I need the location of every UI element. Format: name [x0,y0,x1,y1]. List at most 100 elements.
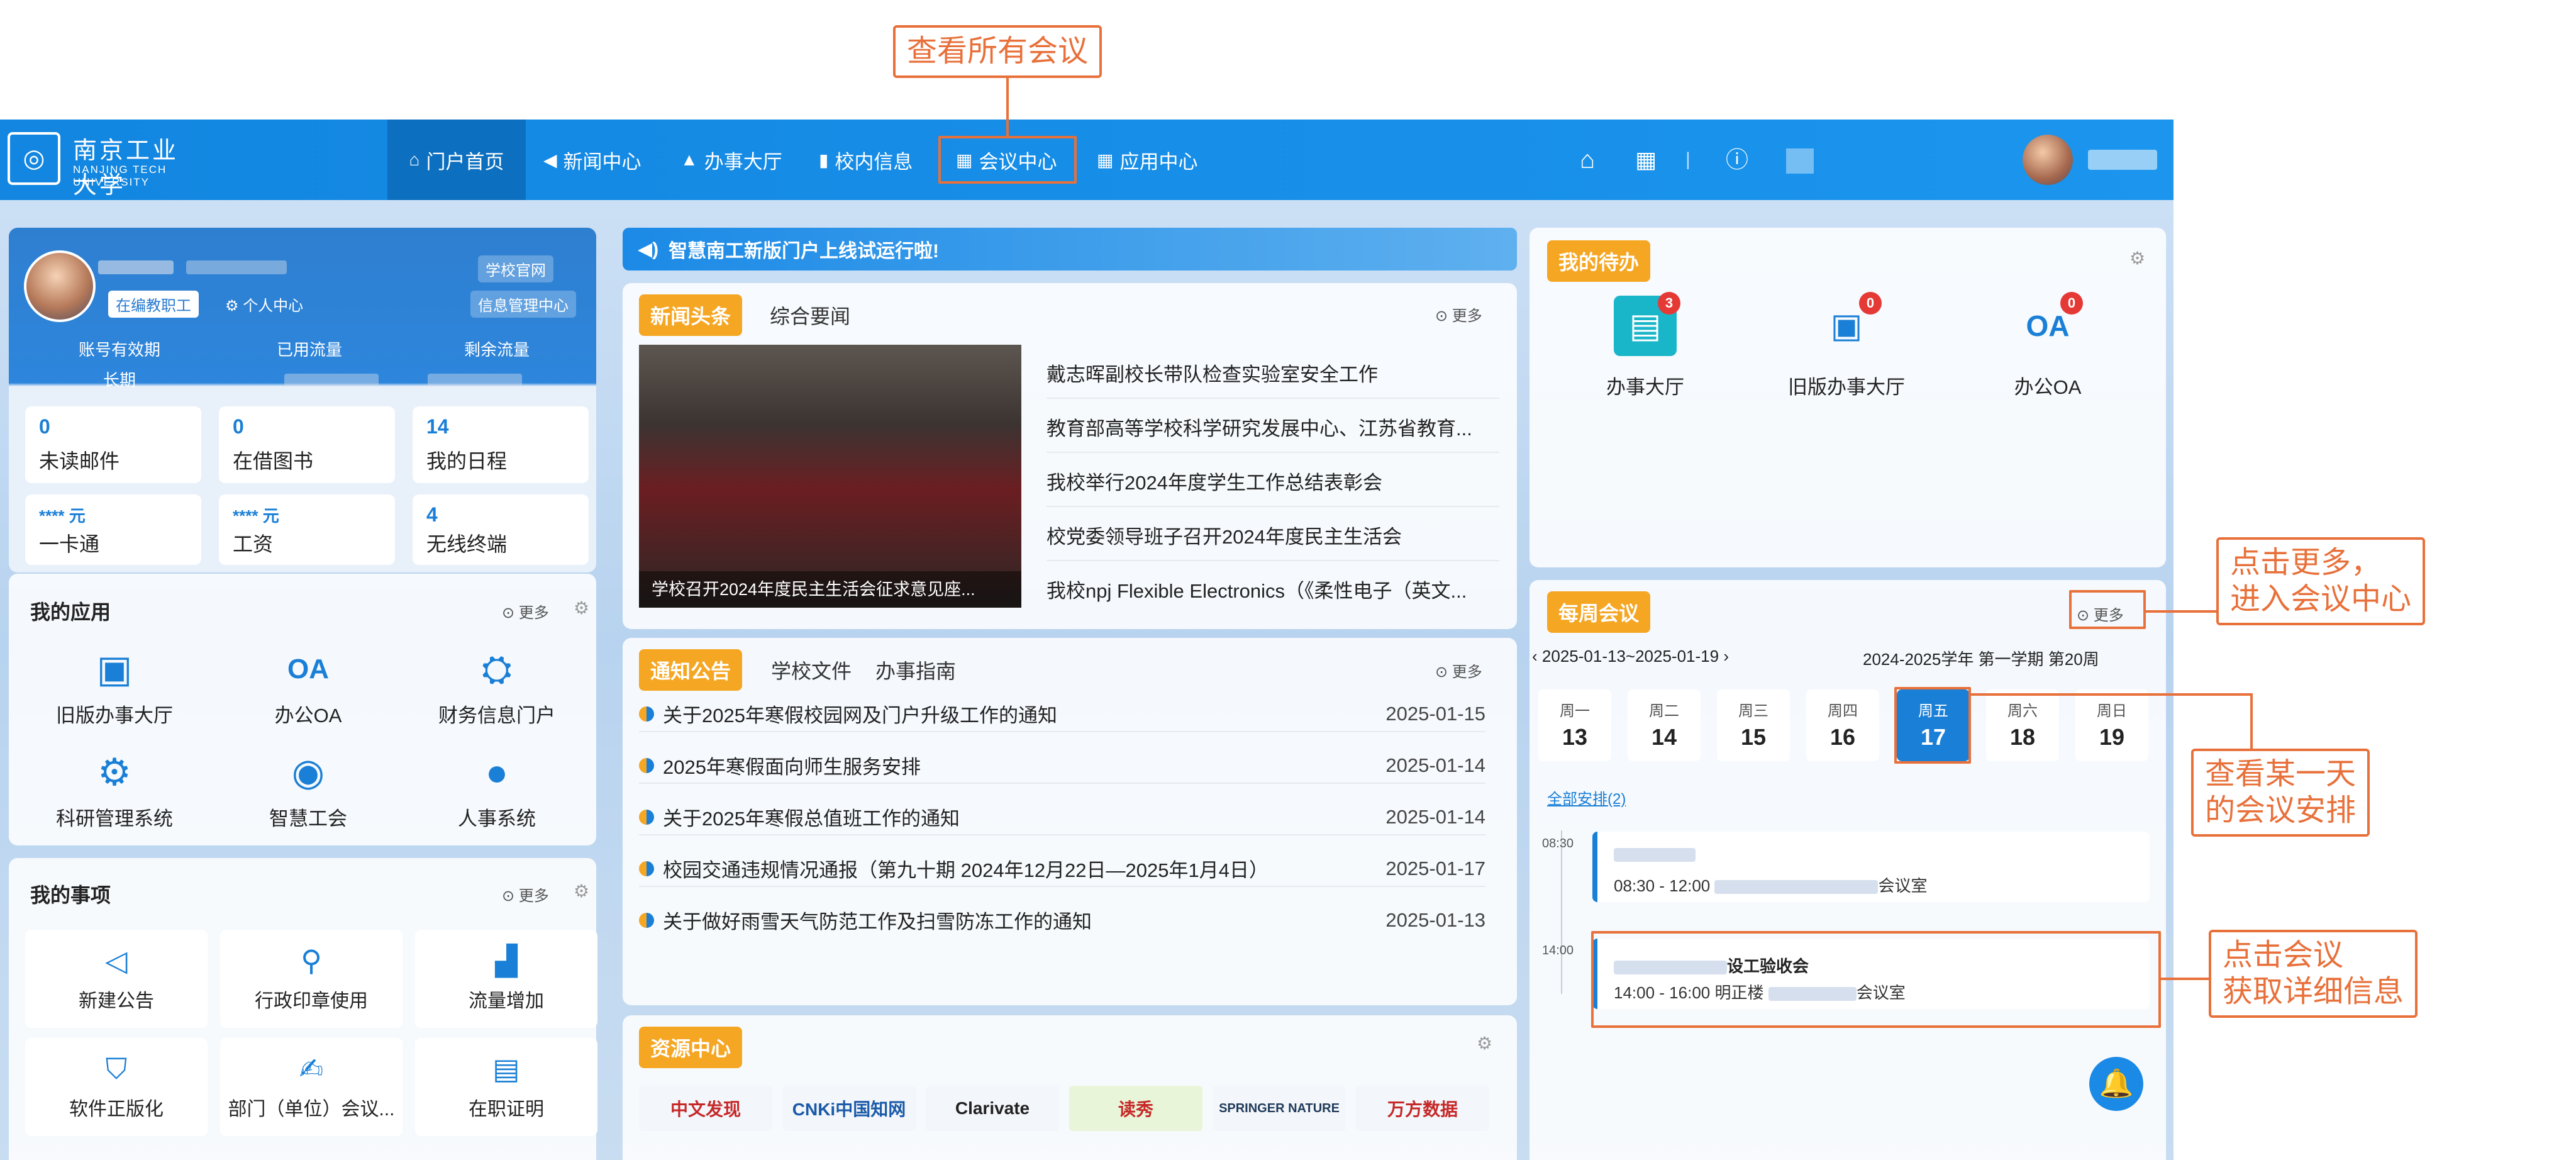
notice-item[interactable]: 校园交通违规情况通报（第九十期 2024年12月22日—2025年1月4日） 20… [639,854,1485,883]
matter-genuine-software[interactable]: ⛉ 软件正版化 [25,1038,208,1136]
tab-notices[interactable]: 通知公告 [639,649,743,691]
app-smart-union[interactable]: ◉ 智慧工会 [226,749,390,831]
bell-icon[interactable]: 🔔 [2089,1057,2143,1111]
todo-service-hall[interactable]: ▤ 3 办事大厅 [1551,292,1740,399]
nav-service-hall[interactable]: ▲ 办事大厅 [680,120,782,200]
my-apps-settings-icon[interactable]: ⚙ [574,598,589,618]
grid-icon[interactable]: ▦ [1635,143,1657,176]
semester-week: 2024-2025学年 第一学期 第20周 [1863,650,2099,669]
home-icon[interactable]: ⌂ [1580,143,1595,176]
todo-settings-icon[interactable]: ⚙ [2129,248,2145,269]
notice-title: 关于做好雨雪天气防范工作及扫雪防冻工作的通知 [663,911,1092,933]
highlight-meeting-item [1591,931,2161,1028]
matter-new-notice[interactable]: ◁ 新建公告 [25,930,208,1028]
callout-line: 获取详细信息 [2223,975,2404,1008]
user-name-blurred [2088,150,2157,170]
meeting-time: 08:30 - 12:00 [1614,876,1711,895]
day-wed[interactable]: 周三 15 [1717,689,1790,761]
info-portal-button[interactable]: 信息管理中心 [470,291,576,318]
timeline-line [1561,830,1562,994]
my-matters-more-link[interactable]: ⊙ 更多 [502,883,549,905]
day-sun[interactable]: 周日 19 [2075,689,2148,761]
matter-seal-usage[interactable]: ⚲ 行政印章使用 [220,930,402,1028]
resource-springer-nature[interactable]: SPRINGER NATURE [1213,1086,1346,1131]
tab-school-docs[interactable]: 学校文件 [771,655,852,684]
resource-wanfang[interactable]: 万方数据 [1356,1086,1489,1131]
highlight-day [1894,687,1971,764]
app-label: 办公OA [274,705,342,727]
stat-borrowed-books[interactable]: 0 在借图书 [219,406,395,483]
resource-chinese-discovery[interactable]: 中文发现 [639,1086,772,1131]
my-matters-settings-icon[interactable]: ⚙ [574,881,589,901]
all-meetings-filter[interactable]: 全部安排(2) [1547,786,1626,808]
app-hr-system[interactable]: ● 人事系统 [415,749,579,831]
tab-headlines[interactable]: 新闻头条 [639,294,743,336]
notice-item[interactable]: 关于做好雨雪天气防范工作及扫雪防冻工作的通知 2025-01-13 [639,906,1485,934]
my-apps-more-link[interactable]: ⊙ 更多 [502,600,549,622]
resource-clarivate[interactable]: Clarivate [926,1086,1059,1131]
notice-bullet-icon [639,809,654,825]
announcement-banner[interactable]: ◀) 智慧南工新版门户上线试运行啦! [623,228,1517,270]
tab-general-news[interactable]: 综合要闻 [770,301,850,330]
news-item[interactable]: 我校举行2024年度学生工作总结表彰会 [1046,467,1499,495]
tab-service-guide[interactable]: 办事指南 [875,655,956,684]
meeting-item[interactable]: 08:30 - 12:00 会议室 [1592,832,2150,902]
news-item[interactable]: 我校npj Flexible Electronics（《柔性电子（英文... [1046,575,1499,603]
notice-item[interactable]: 关于2025年寒假校园网及门户升级工作的通知 2025-01-15 [639,700,1485,728]
notices-more-link[interactable]: ⊙ 更多 [1435,659,1482,681]
app-office-oa[interactable]: OA 办公OA [226,645,390,728]
university-logo[interactable]: ◎ 南京工业大学 NANJING TECH UNIVERSITY [8,128,196,199]
nav-news-center[interactable]: ◀ 新闻中心 [543,120,641,200]
app-finance-portal[interactable]: ⛭ 财务信息门户 [415,645,579,728]
next-week-icon[interactable]: › [1723,647,1729,666]
help-icon[interactable]: ⓘ [1726,143,1748,176]
school-site-button[interactable]: 学校官网 [478,255,553,282]
day-number: 13 [1562,724,1588,750]
hall-icon: ▲ [680,150,698,169]
stat-wireless-devices[interactable]: 4 无线终端 [413,494,589,565]
news-more-link[interactable]: ⊙ 更多 [1435,303,1482,325]
todo-office-oa[interactable]: OA 0 办公OA [1953,292,2142,399]
divider [1046,452,1499,453]
logo-en-line-2: UNIVERSITY [73,176,150,188]
day-mon[interactable]: 周一 13 [1538,689,1611,761]
day-tue[interactable]: 周二 14 [1628,689,1701,761]
todo-old-service-hall[interactable]: ▣ 0 旧版办事大厅 [1752,292,1941,399]
speaker-icon: ◀) [638,238,659,260]
matter-flow-increase[interactable]: ▟ 流量增加 [415,930,597,1028]
stat-unread-mail[interactable]: 0 未读邮件 [25,406,201,483]
news-item[interactable]: 教育部高等学校科学研究发展中心、江苏省教育... [1046,413,1499,441]
nav-app-center[interactable]: ▦ 应用中心 [1097,120,1197,200]
news-photo[interactable]: 学校召开2024年度民主生活会征求意见座... [639,345,1021,608]
stat-campus-card[interactable]: **** 元 一卡通 [25,494,201,565]
notice-date: 2025-01-14 [1385,754,1485,776]
stat-my-schedule[interactable]: 14 我的日程 [413,406,589,483]
timeline-time: 08:30 [1542,837,1574,850]
app-old-service-hall[interactable]: ▣ 旧版办事大厅 [33,645,196,728]
day-thu[interactable]: 周四 16 [1806,689,1879,761]
resources-settings-icon[interactable]: ⚙ [1477,1033,1492,1054]
matter-dept-meeting[interactable]: ✍ 部门（单位）会议... [220,1038,402,1136]
app-research-management[interactable]: ⚙ 科研管理系统 [33,749,196,831]
profile-avatar[interactable] [24,250,96,322]
notice-item[interactable]: 关于2025年寒假总值班工作的通知 2025-01-14 [639,803,1485,831]
day-number: 14 [1651,724,1677,750]
news-item[interactable]: 戴志晖副校长带队检查实验室安全工作 [1046,359,1499,387]
day-sat[interactable]: 周六 18 [1986,689,2059,761]
nav-portal-home[interactable]: ⌂ 门户首页 [387,120,526,200]
stamp-icon: ⚲ [301,944,322,977]
certificate-icon: ▤ [492,1052,520,1085]
day-weekday: 周三 [1738,703,1768,720]
week-range[interactable]: ‹ 2025-01-13~2025-01-19 › [1532,647,1729,666]
news-item[interactable]: 校党委领导班子召开2024年度民主生活会 [1046,521,1499,549]
stat-salary[interactable]: **** 元 工资 [219,494,395,565]
resource-cnki[interactable]: CNKi中国知网 [782,1086,916,1131]
callout-day-schedule: 查看某一天 的会议安排 [2191,749,2370,837]
matter-employment-cert[interactable]: ▤ 在职证明 [415,1038,597,1136]
prev-week-icon[interactable]: ‹ [1532,647,1538,666]
personal-center-link[interactable]: ⚙ 个人中心 [218,291,311,318]
resource-duxiu[interactable]: 读秀 [1069,1086,1202,1131]
user-avatar[interactable] [2023,135,2073,185]
notice-item[interactable]: 2025年寒假面向师生服务安排 2025-01-14 [639,751,1485,779]
nav-campus-info[interactable]: ▮ 校内信息 [819,120,913,200]
